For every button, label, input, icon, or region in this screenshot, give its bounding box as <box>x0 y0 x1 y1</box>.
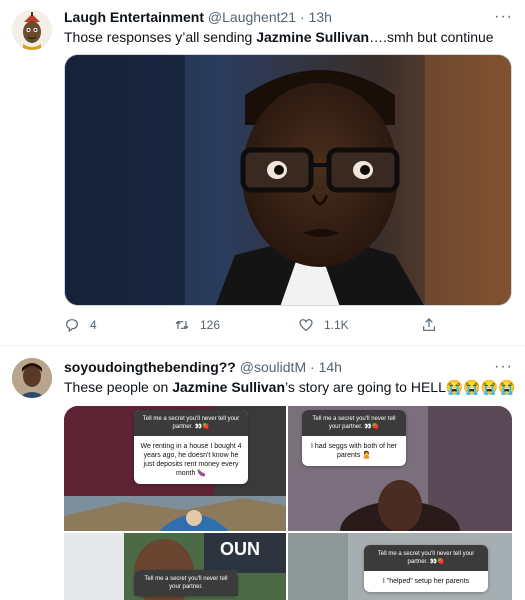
question-sticker: Tell me a secret you'll never tell your … <box>364 545 488 592</box>
answer-text: We renting in a house I bought 4 years a… <box>140 443 242 477</box>
timestamp[interactable]: 14h <box>319 359 342 375</box>
tweet-text-part: ….smh but continue <box>369 29 494 45</box>
like-button[interactable]: 1.1K <box>298 317 349 333</box>
question-text: Tell me a secret you'll never tell your … <box>134 410 248 436</box>
separator-dot: · <box>310 359 315 375</box>
retweet-icon <box>175 320 189 330</box>
tweet-photo[interactable]: Tell me a secret you'll never tell your … <box>64 406 286 531</box>
tweet-text: These people on Jazmine Sullivan’s story… <box>64 379 516 396</box>
tweet-photo[interactable]: OUN Tell me a secret you'll never tell y… <box>64 533 286 600</box>
avatar-photo <box>12 358 52 398</box>
retweet-button[interactable]: 126 <box>174 317 220 333</box>
display-name[interactable]: soyoudoingthebending?? <box>64 359 236 375</box>
display-name[interactable]: Laugh Entertainment <box>64 9 204 25</box>
answer-text: I "helped" setup her parents <box>382 578 470 585</box>
retweet-count: 126 <box>200 318 221 332</box>
separator-dot: · <box>299 9 305 25</box>
like-count: 1.1K <box>324 318 349 332</box>
question-sticker: Tell me a secret you'll never tell your … <box>302 410 406 466</box>
tweet-text-part: ’s story are going to HELL😭😭😭😭 <box>285 379 516 395</box>
user-handle[interactable]: @Laughent21 <box>208 9 296 25</box>
avatar[interactable] <box>12 10 52 50</box>
more-options-icon[interactable]: ··· <box>494 8 513 26</box>
question-text: Tell me a secret you'll never tell your … <box>302 410 406 436</box>
share-icon <box>423 318 435 331</box>
tweet[interactable]: Laugh Entertainment @Laughent21 · 13h ··… <box>0 0 525 345</box>
reply-count: 4 <box>90 318 97 332</box>
tweet-photo-grid: Tell me a secret you'll never tell your … <box>64 406 512 600</box>
more-options-icon[interactable]: ··· <box>494 358 513 376</box>
photo-man-glasses <box>65 55 511 305</box>
tweet-photo[interactable]: Tell me a secret you'll never tell your … <box>288 406 512 531</box>
tweet-text: Those responses y’all sending Jazmine Su… <box>64 29 494 45</box>
question-sticker: Tell me a secret you'll never tell your … <box>134 570 238 596</box>
tweet-photo[interactable] <box>64 54 512 306</box>
avatar[interactable] <box>12 358 52 398</box>
reply-icon <box>66 319 78 333</box>
reply-button[interactable]: 4 <box>64 317 97 333</box>
tweet-header: soyoudoingthebending?? @soulidtM · 14h <box>64 359 342 375</box>
tweet-text-bold: Jazmine Sullivan <box>172 379 286 395</box>
sign-text: OUN <box>220 539 260 559</box>
question-text: Tell me a secret you'll never tell your … <box>134 570 238 596</box>
share-button[interactable] <box>421 317 447 333</box>
tweet-header: Laugh Entertainment @Laughent21 · 13h <box>64 9 332 25</box>
user-handle[interactable]: @soulidtM <box>240 359 306 375</box>
tweet-text-part: Those responses y’all sending <box>64 29 257 45</box>
tweet[interactable]: soyoudoingthebending?? @soulidtM · 14h ·… <box>0 345 525 600</box>
tweet-text-part: These people on <box>64 379 173 395</box>
tweet-text-bold: Jazmine Sullivan <box>256 29 370 45</box>
tweet-actions: 4 126 1.1K <box>64 317 464 337</box>
avatar-illustration <box>12 10 52 50</box>
answer-text: I had seggs with both of her parents 🙎 <box>311 443 397 459</box>
tweet-photo[interactable]: Tell me a secret you'll never tell your … <box>288 533 512 600</box>
question-sticker: Tell me a secret you'll never tell your … <box>134 410 248 484</box>
question-text: Tell me a secret you'll never tell your … <box>364 545 488 571</box>
timestamp[interactable]: 13h <box>309 9 332 25</box>
heart-icon <box>299 319 313 332</box>
